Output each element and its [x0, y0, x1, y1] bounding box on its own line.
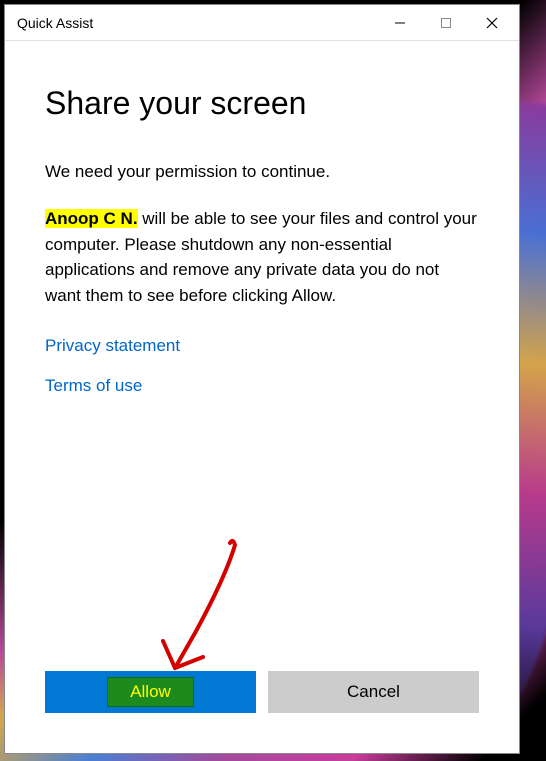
- privacy-statement-link[interactable]: Privacy statement: [45, 336, 479, 356]
- allow-button[interactable]: Allow: [45, 671, 256, 713]
- titlebar: Quick Assist: [5, 5, 519, 41]
- page-title: Share your screen: [45, 85, 479, 122]
- close-button[interactable]: [469, 7, 515, 39]
- permission-body: Anoop C N. will be able to see your file…: [45, 206, 479, 308]
- content-area: Share your screen We need your permissio…: [5, 41, 519, 753]
- allow-button-label: Allow: [107, 677, 194, 707]
- minimize-icon: [394, 17, 406, 29]
- annotation-arrow-icon: [135, 533, 275, 693]
- close-icon: [486, 17, 498, 29]
- cancel-button[interactable]: Cancel: [268, 671, 479, 713]
- quick-assist-window: Quick Assist Share your screen We need y…: [4, 4, 520, 754]
- button-row: Allow Cancel: [45, 671, 479, 733]
- terms-of-use-link[interactable]: Terms of use: [45, 376, 479, 396]
- window-controls: [377, 7, 515, 39]
- maximize-button[interactable]: [423, 7, 469, 39]
- helper-name-highlight: Anoop C N.: [45, 209, 138, 228]
- minimize-button[interactable]: [377, 7, 423, 39]
- maximize-icon: [440, 17, 452, 29]
- permission-subheading: We need your permission to continue.: [45, 162, 479, 182]
- window-title: Quick Assist: [17, 15, 377, 31]
